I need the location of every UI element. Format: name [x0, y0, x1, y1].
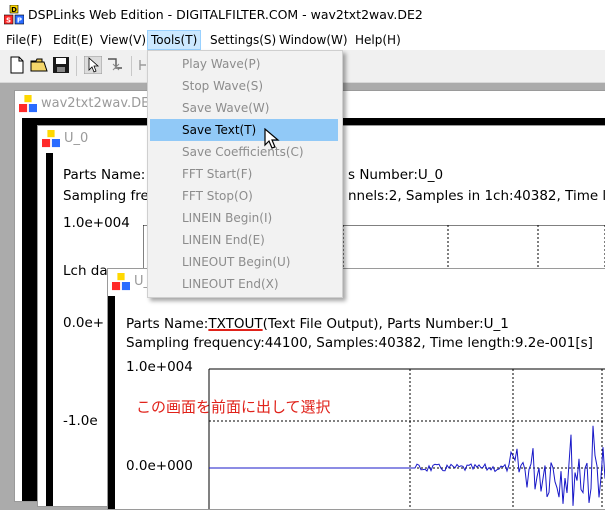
menu-item-save-text[interactable]: Save Text(T): [150, 119, 338, 141]
menu-help[interactable]: Help(H): [355, 32, 401, 49]
icon-letter-d: D: [11, 6, 17, 14]
open-folder-icon[interactable]: [30, 56, 48, 74]
mouse-cursor-icon: [264, 128, 280, 149]
menu-bar: File(F) Edit(E) View(V) Tools(T) Setting…: [0, 30, 605, 50]
u1-graph-panel: Parts Name:TXTOUT(Text File Output), Par…: [115, 296, 605, 509]
u0-lch-label: Lch da: [63, 263, 108, 279]
menu-item-linein-begin[interactable]: LINEIN Begin(I): [150, 207, 338, 229]
menu-item-fft-stop[interactable]: FFT Stop(O): [150, 185, 338, 207]
menu-item-lineout-end[interactable]: LINEOUT End(X): [150, 273, 338, 295]
menu-item-stop-wave[interactable]: Stop Wave(S): [150, 75, 338, 97]
menu-tools[interactable]: Tools(T): [147, 30, 202, 50]
tools-dropdown-menu: Play Wave(P) Stop Wave(S) Save Wave(W) S…: [147, 50, 343, 298]
app-title-bar[interactable]: D S P DSPLinks Web Edition - DIGITALFILT…: [0, 0, 605, 30]
u0-parts-number-label: s Number:U_0: [348, 167, 444, 183]
design-window-title: wav2txt2wav.DE2: [41, 96, 158, 111]
menu-item-lineout-begin[interactable]: LINEOUT Begin(U): [150, 251, 338, 273]
u0-parts-name-label: Parts Name:: [63, 167, 146, 183]
dsp-window-icon: [42, 130, 60, 148]
dsp-window-icon: [19, 95, 37, 113]
u1-plot-area: [208, 368, 605, 509]
u0-y-axis-top: 1.0e+004: [63, 215, 130, 231]
window-title: DSPLinks Web Edition - DIGITALFILTER.COM…: [28, 7, 423, 22]
toolbar-separator: [76, 56, 77, 76]
toolbar-separator: [131, 56, 132, 76]
u1-waveform: [209, 425, 605, 506]
menu-window[interactable]: Window(W): [279, 32, 348, 49]
u0-y-axis-bottom: -1.0e: [63, 413, 98, 429]
menu-view[interactable]: View(V): [100, 32, 146, 49]
menu-item-linein-end[interactable]: LINEIN End(E): [150, 229, 338, 251]
menu-file[interactable]: File(F): [6, 32, 42, 49]
menu-item-save-wave[interactable]: Save Wave(W): [150, 97, 338, 119]
u0-window-title: U_0: [64, 131, 89, 146]
u0-sampling-label: Sampling fre: [63, 188, 149, 204]
u0-window-frame: [46, 153, 53, 506]
dsp-app-icon: D S P: [4, 5, 24, 25]
u0-y-axis-mid: 0.0e+: [63, 315, 105, 331]
u1-window-frame: [108, 296, 115, 509]
menu-item-play-wave[interactable]: Play Wave(P): [150, 53, 338, 75]
u1-window[interactable]: U_ Parts Name:TXTOUT(Text File Output), …: [107, 268, 605, 510]
new-file-icon[interactable]: [8, 56, 26, 74]
save-disk-icon[interactable]: [52, 56, 70, 74]
pointer-icon[interactable]: [84, 56, 102, 74]
wire-tool-icon[interactable]: [106, 56, 124, 74]
menu-item-fft-start[interactable]: FFT Start(F): [150, 163, 338, 185]
icon-letter-p: P: [17, 17, 22, 25]
u0-sampling-detail: nnels:2, Samples in 1ch:40382, Time le: [348, 188, 605, 204]
menu-edit[interactable]: Edit(E): [53, 32, 93, 49]
icon-letter-s: S: [6, 17, 11, 25]
menu-item-save-coefficients[interactable]: Save Coefficients(C): [150, 141, 338, 163]
dsp-window-icon: [112, 273, 130, 291]
menu-settings[interactable]: Settings(S): [210, 32, 276, 49]
